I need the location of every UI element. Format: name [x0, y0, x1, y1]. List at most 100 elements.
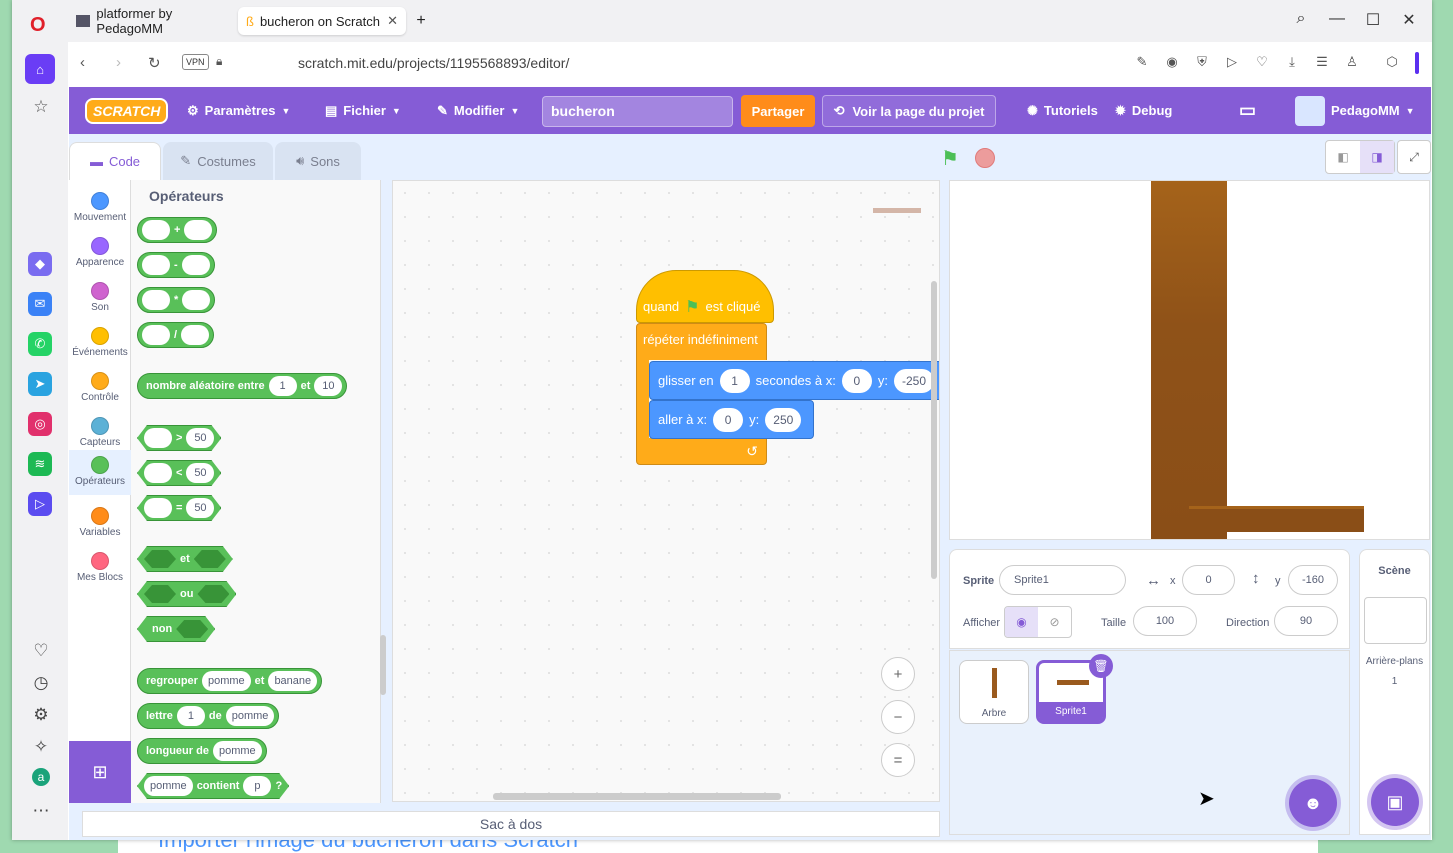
- workspace-hscrollbar[interactable]: [493, 793, 781, 800]
- block-go-to-xy[interactable]: aller à x: 0 y: 250: [649, 400, 814, 439]
- delete-sprite-icon[interactable]: 🗑︎: [1089, 654, 1113, 678]
- empty-slot[interactable]: [181, 255, 210, 275]
- block-not[interactable]: non: [137, 616, 215, 642]
- close-tab-icon[interactable]: ✕: [387, 13, 398, 29]
- show-eye-icon[interactable]: ◉: [1005, 607, 1038, 637]
- vpn-badge[interactable]: VPN: [182, 54, 209, 70]
- favorite-icon[interactable]: ♡: [1253, 54, 1271, 70]
- code-workspace[interactable]: quand ⚑ est cliqué répéter indéfiniment …: [392, 180, 940, 802]
- empty-slot[interactable]: [184, 220, 213, 240]
- hide-eye-icon[interactable]: ⊘: [1038, 607, 1071, 637]
- fullscreen-icon[interactable]: ⤢: [1397, 140, 1431, 174]
- choose-backdrop-button[interactable]: ▣: [1371, 778, 1419, 826]
- zoom-reset-button[interactable]: =: [881, 743, 915, 777]
- file-menu[interactable]: ▤ Fichier ▼: [325, 87, 401, 134]
- random-to-input[interactable]: 10: [314, 376, 343, 396]
- block-subtract[interactable]: -: [137, 252, 215, 278]
- settings-icon[interactable]: ⚙: [30, 704, 52, 726]
- stage-selector[interactable]: Scène Arrière-plans 1 ▣: [1359, 549, 1430, 835]
- category-events[interactable]: Événements: [69, 321, 131, 366]
- block-random[interactable]: nombre aléatoire entre 1 et 10: [137, 373, 348, 399]
- glide-y-input[interactable]: -250: [893, 368, 935, 393]
- empty-slot[interactable]: [142, 255, 170, 275]
- block-add[interactable]: +: [137, 217, 218, 243]
- empty-slot[interactable]: [144, 463, 172, 483]
- sprite-y-input[interactable]: -160: [1288, 565, 1338, 595]
- sprite-direction-input[interactable]: 90: [1274, 606, 1338, 636]
- block-join[interactable]: regrouper pomme et banane: [137, 668, 323, 694]
- empty-slot[interactable]: [182, 290, 211, 310]
- large-stage-icon[interactable]: ◨: [1360, 141, 1394, 173]
- tab-platformer[interactable]: platformer by PedagoMM: [68, 6, 236, 36]
- account-menu[interactable]: PedagoMM ▼: [1295, 87, 1415, 134]
- search-tabs-icon[interactable]: ⌕: [1290, 10, 1312, 28]
- tips-icon[interactable]: ✧: [30, 736, 52, 758]
- compare-input[interactable]: 50: [186, 498, 214, 518]
- profile-icon[interactable]: ♙: [1343, 54, 1361, 70]
- block-when-flag-clicked[interactable]: quand ⚑ est cliqué: [636, 270, 774, 323]
- category-looks[interactable]: Apparence: [69, 231, 131, 276]
- player-icon[interactable]: ▷: [28, 492, 52, 516]
- new-tab-button[interactable]: +: [410, 7, 432, 35]
- stop-icon[interactable]: [975, 148, 995, 168]
- join-input-b[interactable]: banane: [268, 671, 318, 691]
- tab-code[interactable]: ▬ Code: [69, 142, 161, 180]
- letter-word-input[interactable]: pomme: [225, 706, 275, 726]
- category-sound[interactable]: Son: [69, 276, 131, 321]
- easy-setup-icon[interactable]: ☰: [1313, 54, 1331, 70]
- telegram-icon[interactable]: ➤: [28, 372, 52, 396]
- block-contains[interactable]: pomme contient p?: [137, 773, 289, 799]
- bool-slot[interactable]: [194, 550, 226, 568]
- more-icon[interactable]: ⋯: [30, 800, 52, 822]
- sidebar-toggle[interactable]: [1415, 52, 1419, 74]
- url-field[interactable]: scratch.mit.edu/projects/1195568893/edit…: [298, 55, 569, 71]
- block-length-of[interactable]: longueur de pomme: [137, 738, 267, 764]
- aria-icon[interactable]: ◆: [28, 252, 52, 276]
- forward-icon[interactable]: ›: [116, 54, 121, 71]
- green-flag-icon[interactable]: ⚑: [941, 146, 959, 171]
- block-and[interactable]: et: [137, 546, 233, 572]
- backpack-bar[interactable]: Sac à dos: [82, 811, 940, 837]
- zoom-in-button[interactable]: +: [881, 657, 915, 691]
- sprite-size-input[interactable]: 100: [1133, 606, 1197, 636]
- block-or[interactable]: ou: [137, 581, 236, 607]
- edit-menu[interactable]: ✎ Modifier ▼: [437, 87, 519, 134]
- settings-menu[interactable]: ⚙ Paramètres ▼: [187, 87, 290, 134]
- block-letter-of[interactable]: lettre 1 de pomme: [137, 703, 280, 729]
- block-greater-than[interactable]: >50: [137, 425, 221, 451]
- empty-slot[interactable]: [144, 428, 172, 448]
- goto-y-input[interactable]: 250: [765, 407, 802, 432]
- tutorials-menu[interactable]: ✺ Tutoriels: [1027, 87, 1098, 134]
- debug-menu[interactable]: ✹ Debug: [1115, 87, 1172, 134]
- account-icon[interactable]: a: [32, 768, 50, 786]
- share-button[interactable]: Partager: [741, 95, 815, 127]
- category-my-blocks[interactable]: Mes Blocs: [69, 546, 131, 591]
- bool-slot[interactable]: [144, 550, 176, 568]
- instagram-icon[interactable]: ◎: [28, 412, 52, 436]
- close-window-icon[interactable]: ✕: [1398, 10, 1420, 30]
- block-multiply[interactable]: *: [137, 287, 216, 313]
- glide-x-input[interactable]: 0: [841, 368, 872, 393]
- tab-costumes[interactable]: ✎ Costumes: [163, 142, 273, 180]
- empty-slot[interactable]: [144, 498, 172, 518]
- stage-canvas[interactable]: [949, 180, 1430, 540]
- bool-slot[interactable]: [176, 620, 208, 638]
- workspace-icon[interactable]: ☆: [30, 96, 52, 118]
- category-control[interactable]: Contrôle: [69, 366, 131, 411]
- random-from-input[interactable]: 1: [268, 376, 297, 396]
- contains-char-input[interactable]: p: [243, 776, 271, 796]
- workspace-vscrollbar[interactable]: [931, 281, 937, 579]
- contains-word-input[interactable]: pomme: [144, 776, 193, 796]
- category-variables[interactable]: Variables: [69, 501, 131, 546]
- tab-bucheron[interactable]: ß bucheron on Scratch ✕: [238, 7, 406, 35]
- my-stuff-icon[interactable]: ▭: [1239, 87, 1256, 134]
- palette-scrollbar[interactable]: [380, 635, 386, 695]
- block-equals[interactable]: = 50: [137, 495, 221, 521]
- choose-sprite-button[interactable]: ☻: [1289, 779, 1337, 827]
- extensions-icon[interactable]: ⬡: [1383, 54, 1401, 70]
- scratch-logo[interactable]: SCRATCH: [85, 87, 169, 134]
- letter-index-input[interactable]: 1: [176, 706, 205, 726]
- opera-logo-icon[interactable]: O: [30, 14, 46, 37]
- compare-input[interactable]: 50: [186, 463, 214, 483]
- history-icon[interactable]: ◷: [30, 672, 52, 694]
